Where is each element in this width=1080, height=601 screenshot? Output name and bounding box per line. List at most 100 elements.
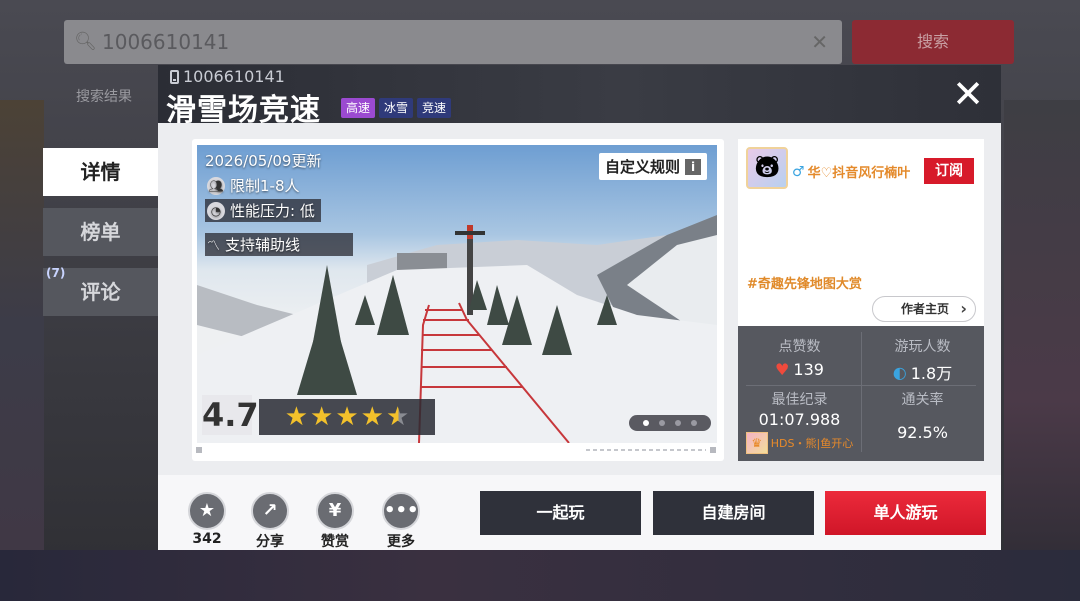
custom-rules-label: 自定义规则 (604, 158, 680, 176)
more-label: 更多 (387, 534, 415, 550)
background-results-label: 搜索结果 (76, 89, 132, 105)
likes-value-row: ♥ 139 (738, 360, 861, 379)
record-label: 最佳纪录 (771, 392, 828, 408)
close-icon: ✕ (952, 72, 984, 116)
map-stats: 点赞数 ♥ 139 游玩人数 ◐ 1.8万 最佳纪录 01:07.988 ♛ H… (738, 326, 984, 461)
close-button[interactable]: ✕ (951, 75, 985, 113)
preview-scrollbar (196, 447, 716, 453)
star-icon: ★ (310, 402, 334, 432)
author-name[interactable]: ♂ 华♡抖音风行楠叶 (792, 162, 911, 182)
tab-comments[interactable]: (7) 评论 (43, 266, 158, 316)
share-action[interactable]: ↗ 分享 (248, 492, 292, 551)
clear-rate-label: 通关率 (901, 392, 944, 408)
star-rating: ★ ★ ★ ★ ★ (259, 399, 435, 435)
tab-details[interactable]: 详情 (43, 148, 158, 196)
player-limit-text: 限制1-8人 (230, 177, 300, 195)
carousel-dot[interactable] (691, 420, 697, 426)
action-bar: ★ 342 ↗ 分享 ¥ 赞赏 ••• 更多 一起玩 自建房间 单人游玩 (158, 475, 1001, 550)
players-stat: 游玩人数 ◐ 1.8万 (861, 336, 984, 384)
record-holder-avatar: ♛ (745, 432, 768, 454)
search-value: 1006610141 (102, 30, 230, 54)
author-name-text: 华♡抖音风行楠叶 (807, 166, 911, 181)
map-title: 滑雪场竞速 (166, 93, 321, 128)
star-icon: ★ (335, 402, 359, 432)
star-icon: ★ (360, 402, 384, 432)
carousel-pagination[interactable] (629, 415, 711, 431)
male-icon: ♂ (792, 163, 805, 180)
background-left-panel (0, 100, 44, 550)
updated-date: 2026/05/09更新 (205, 152, 322, 170)
star-icon: ★ (284, 402, 309, 432)
author-home-label: 作者主页 (901, 302, 950, 316)
gauge-icon: ◔ (207, 201, 225, 220)
players-label: 游玩人数 (894, 339, 951, 355)
play-together-button[interactable]: 一起玩 (480, 491, 641, 535)
map-id: 1006610141 (170, 67, 285, 86)
map-tags: 高速 冰雪 竞速 (341, 98, 452, 118)
clear-rate-stat: 通关率 92.5% (861, 389, 984, 442)
likes-stat: 点赞数 ♥ 139 (738, 336, 861, 379)
players-value: 1.8万 (910, 364, 953, 383)
tag-racing: 竞速 (417, 98, 452, 118)
clear-icon: ✕ (811, 30, 828, 54)
assist-line-icon: 〽 (207, 239, 221, 254)
author-panel: 🐻︎ ♂ 华♡抖音风行楠叶 订阅 #奇趣先锋地图大赏 作者主页 › (738, 139, 984, 326)
tab-leaderboard[interactable]: 榜单 (43, 208, 158, 256)
tag-high-speed: 高速 (341, 98, 376, 118)
clear-rate-value: 92.5% (897, 423, 948, 442)
info-icon: i (685, 158, 701, 175)
more-action[interactable]: ••• 更多 (379, 492, 423, 551)
best-record-stat: 最佳纪录 01:07.988 ♛ HDS・熊|鱼开心 (738, 389, 861, 454)
map-id-text: 1006610141 (183, 67, 285, 86)
rating-score: 4.7 (202, 395, 259, 435)
players-icon: 👥︎ (207, 176, 225, 195)
half-star-icon: ★ (386, 399, 409, 435)
subscribe-button[interactable]: 订阅 (924, 158, 974, 184)
background-right-panel (1004, 100, 1080, 601)
likes-value: 139 (793, 360, 824, 379)
stats-divider (746, 385, 976, 386)
carousel-dot[interactable] (643, 420, 649, 426)
performance-text: 性能压力: 低 (230, 202, 315, 220)
favorite-action[interactable]: ★ 342 (185, 492, 229, 547)
chevron-right-icon: › (960, 299, 967, 318)
custom-rules-button[interactable]: 自定义规则 i (598, 153, 707, 180)
create-room-button[interactable]: 自建房间 (653, 491, 814, 535)
background-search-input: 🔍︎ 1006610141 ✕ (64, 20, 842, 64)
more-icon: ••• (382, 492, 420, 530)
players-value-row: ◐ 1.8万 (861, 360, 984, 384)
likes-label: 点赞数 (778, 339, 821, 355)
map-preview-image[interactable]: 2026/05/09更新 👥︎ 限制1-8人 ◔ 性能压力: 低 〽 支持辅助线… (197, 145, 717, 443)
money-bag-icon: ¥ (316, 492, 354, 530)
comments-count-badge: (7) (46, 266, 66, 280)
share-icon: ↗ (251, 492, 289, 530)
reward-label: 赞赏 (321, 534, 349, 550)
heart-icon: ♥ (775, 360, 790, 379)
background-bottom-panel (0, 550, 1080, 601)
favorite-count: 342 (192, 531, 222, 547)
carousel-dot[interactable] (675, 420, 681, 426)
player-limit: 👥︎ 限制1-8人 (207, 175, 300, 196)
tab-comments-label: 评论 (80, 280, 121, 304)
background-search-button: 搜索 (852, 20, 1014, 64)
author-avatar[interactable]: 🐻︎ (746, 147, 788, 189)
preview-frame: 2026/05/09更新 👥︎ 限制1-8人 ◔ 性能压力: 低 〽 支持辅助线… (192, 139, 724, 461)
record-value: 01:07.988 (758, 410, 841, 429)
search-icon: 🔍︎ (74, 31, 97, 52)
tag-ice-snow: 冰雪 (379, 98, 414, 118)
phone-icon (170, 69, 179, 84)
author-home-button[interactable]: 作者主页 › (872, 296, 976, 322)
assist-text: 支持辅助线 (225, 236, 301, 254)
star-icon: ★ (188, 492, 226, 530)
players-count-icon: ◐ (892, 362, 907, 382)
assist-line-support: 〽 支持辅助线 (205, 233, 353, 256)
solo-play-button[interactable]: 单人游玩 (825, 491, 986, 535)
share-label: 分享 (256, 534, 284, 550)
modal-header: 1006610141 滑雪场竞速 高速 冰雪 竞速 ✕ (158, 65, 1001, 128)
record-holder[interactable]: ♛ HDS・熊|鱼开心 (738, 432, 861, 454)
carousel-dot[interactable] (659, 420, 665, 426)
record-holder-name: HDS・熊|鱼开心 (770, 437, 854, 450)
author-tagline[interactable]: #奇趣先锋地图大赏 (747, 273, 862, 292)
reward-action[interactable]: ¥ 赞赏 (313, 492, 357, 551)
performance-pressure: ◔ 性能压力: 低 (205, 199, 321, 222)
